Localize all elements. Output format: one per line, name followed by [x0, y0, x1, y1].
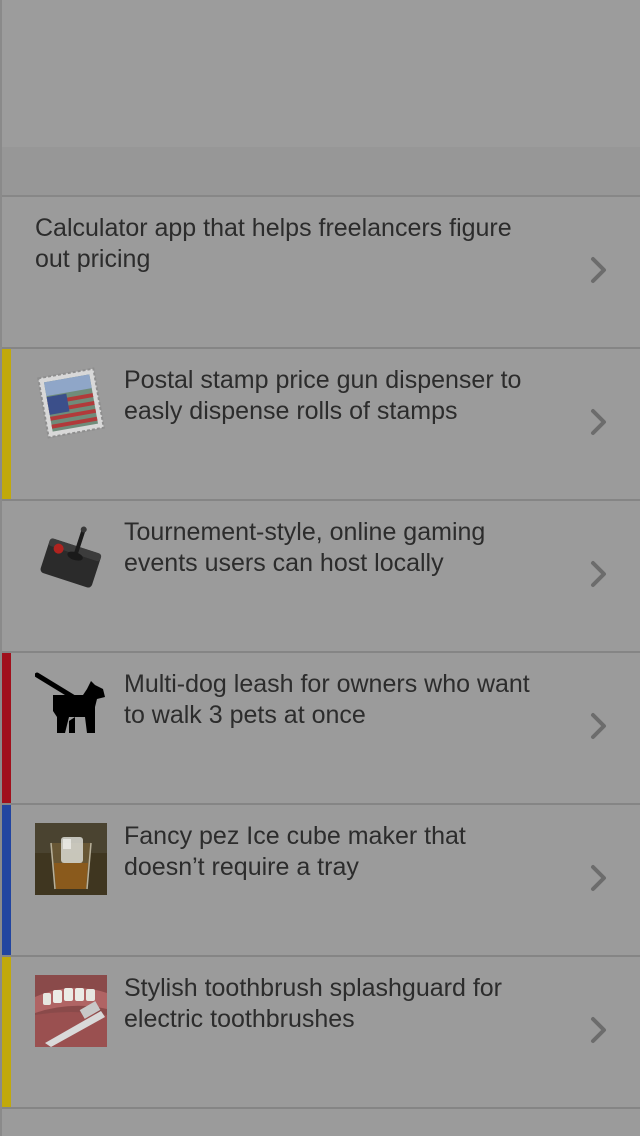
- chevron-right-icon: [591, 865, 606, 891]
- list-item-label: Tournement-style, online gaming events u…: [124, 518, 486, 577]
- accent-bar-red: [2, 653, 11, 803]
- app-screen: Calculator app that helps freelancers fi…: [0, 0, 640, 1136]
- chevron-right-icon: [591, 257, 606, 283]
- list-item-label: Postal stamp price gun dispenser to easl…: [124, 366, 522, 425]
- accent-bar-yellow: [2, 349, 11, 499]
- list-item-label: Multi-dog leash for owners who want to w…: [124, 670, 530, 729]
- toothbrush-image: [35, 975, 107, 1047]
- chevron-right-icon: [591, 1017, 606, 1043]
- list-item[interactable]: Multi-dog leash for owners who want to w…: [2, 653, 640, 805]
- chevron-right-icon: [591, 561, 606, 587]
- joystick-icon: [40, 526, 102, 588]
- list-item-label: Fancy pez Ice cube maker that doesn’t re…: [124, 822, 466, 881]
- chevron-right-icon: [591, 409, 606, 435]
- stamp-icon: [37, 367, 105, 439]
- dog-walking-icon: [35, 672, 105, 733]
- list-item[interactable]: Postal stamp price gun dispenser to easl…: [2, 349, 640, 501]
- chevron-right-icon: [591, 713, 606, 739]
- ice-cube-glass-image: [35, 823, 107, 895]
- list-item[interactable]: Calculator app that helps freelancers fi…: [2, 197, 640, 349]
- section-header: [2, 147, 640, 197]
- list-item-label: Calculator app that helps freelancers fi…: [35, 214, 512, 273]
- list-item[interactable]: Fancy pez Ice cube maker that doesn’t re…: [2, 805, 640, 957]
- accent-bar-blue: [2, 805, 11, 955]
- list-item[interactable]: Stylish toothbrush splashguard for elect…: [2, 957, 640, 1109]
- header-area: [2, 0, 640, 147]
- ideas-list: Calculator app that helps freelancers fi…: [2, 197, 640, 1109]
- accent-bar-yellow: [2, 957, 11, 1107]
- list-item[interactable]: Tournement-style, online gaming events u…: [2, 501, 640, 653]
- list-item-label: Stylish toothbrush splashguard for elect…: [124, 974, 502, 1033]
